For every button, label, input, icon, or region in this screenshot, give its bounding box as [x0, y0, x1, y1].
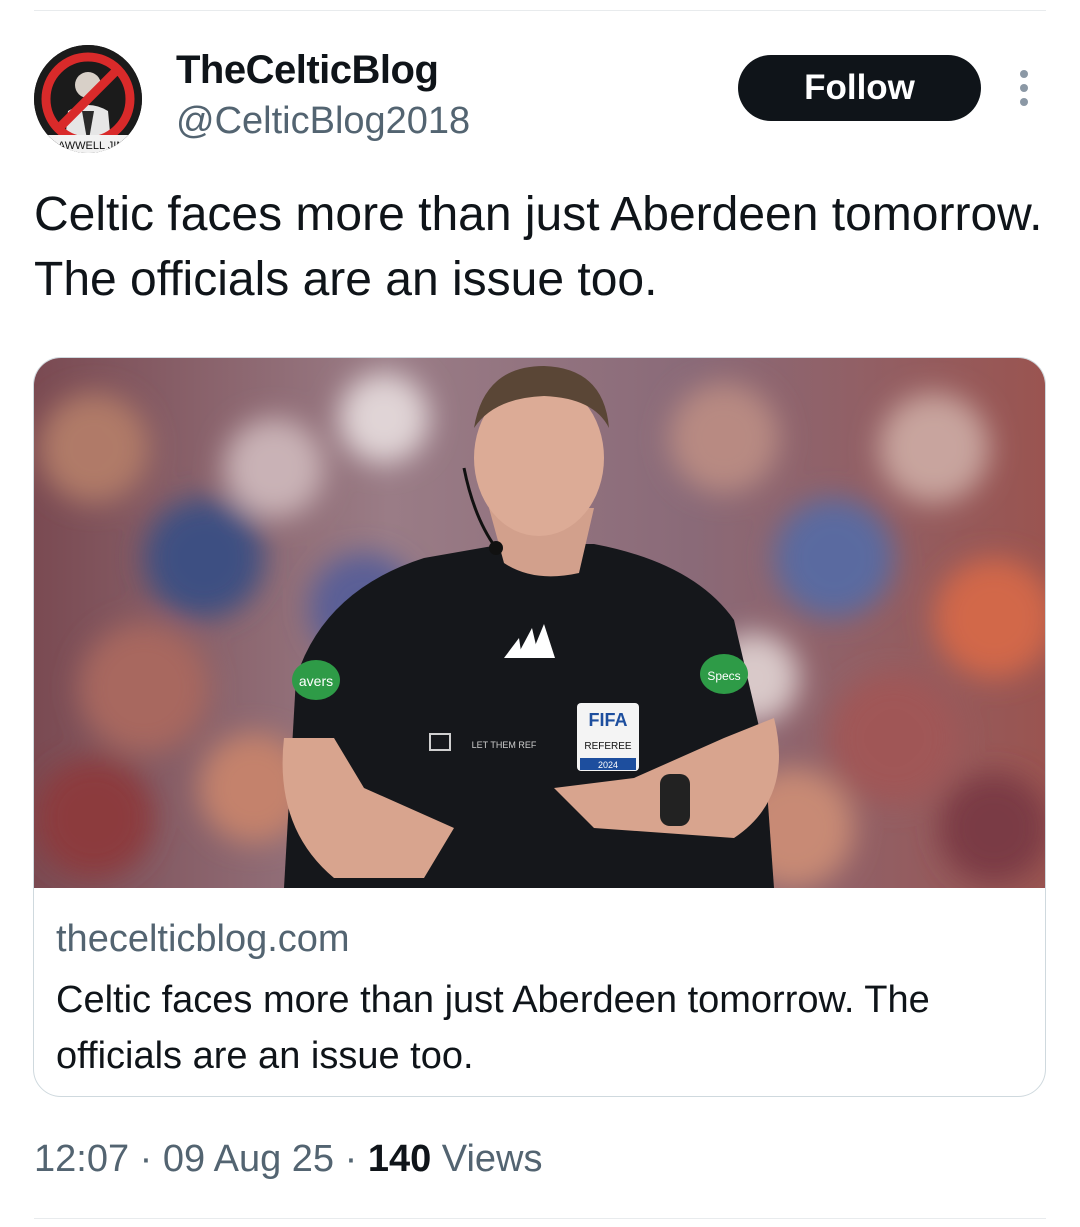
tweet-text: Celtic faces more than just Aberdeen tom…: [34, 188, 1043, 306]
views-count: 140: [367, 1138, 432, 1180]
author-display-name[interactable]: TheCelticBlog: [176, 48, 439, 93]
sleeve-sponsor-right: Specs: [707, 669, 740, 683]
fifa-badge-text: FIFA: [589, 710, 628, 730]
badge-year-text: 2024: [598, 760, 618, 770]
referee-badge-text: REFEREE: [584, 741, 632, 752]
sleeve-sponsor-left: avers: [299, 673, 333, 689]
meta-separator: ·: [344, 1138, 358, 1180]
top-divider: [34, 10, 1046, 11]
card-domain: thecelticblog.com: [56, 918, 350, 960]
avatar-banner-text: LAWWELL JIN: [52, 140, 125, 152]
tweet-time[interactable]: 12:07: [34, 1138, 129, 1180]
author-handle[interactable]: @CelticBlog2018: [176, 100, 470, 143]
let-them-ref-logo-text: LET THEM REF: [472, 740, 537, 750]
card-image[interactable]: avers Specs FIFA REFEREE 2024 LET THEM R…: [34, 358, 1045, 888]
card-title: Celtic faces more than just Aberdeen tom…: [56, 979, 930, 1077]
meta-separator: ·: [139, 1138, 153, 1180]
more-dot: [1020, 84, 1028, 92]
link-card[interactable]: avers Specs FIFA REFEREE 2024 LET THEM R…: [33, 357, 1046, 1097]
tweet-date[interactable]: 09 Aug 25: [163, 1138, 334, 1180]
avatar[interactable]: LAWWELL JIN: [34, 45, 142, 153]
tweet-meta: 12:07 · 09 Aug 25 · 140 Views: [34, 1138, 542, 1181]
more-dot: [1020, 70, 1028, 78]
bottom-divider: [34, 1218, 1046, 1219]
follow-button[interactable]: Follow: [738, 55, 981, 121]
referee-photo: avers Specs FIFA REFEREE 2024 LET THEM R…: [34, 358, 1045, 888]
more-dot: [1020, 98, 1028, 106]
views-label: Views: [441, 1138, 543, 1180]
no-sign-icon: LAWWELL JIN: [34, 45, 142, 153]
more-options-icon[interactable]: [1004, 64, 1044, 112]
